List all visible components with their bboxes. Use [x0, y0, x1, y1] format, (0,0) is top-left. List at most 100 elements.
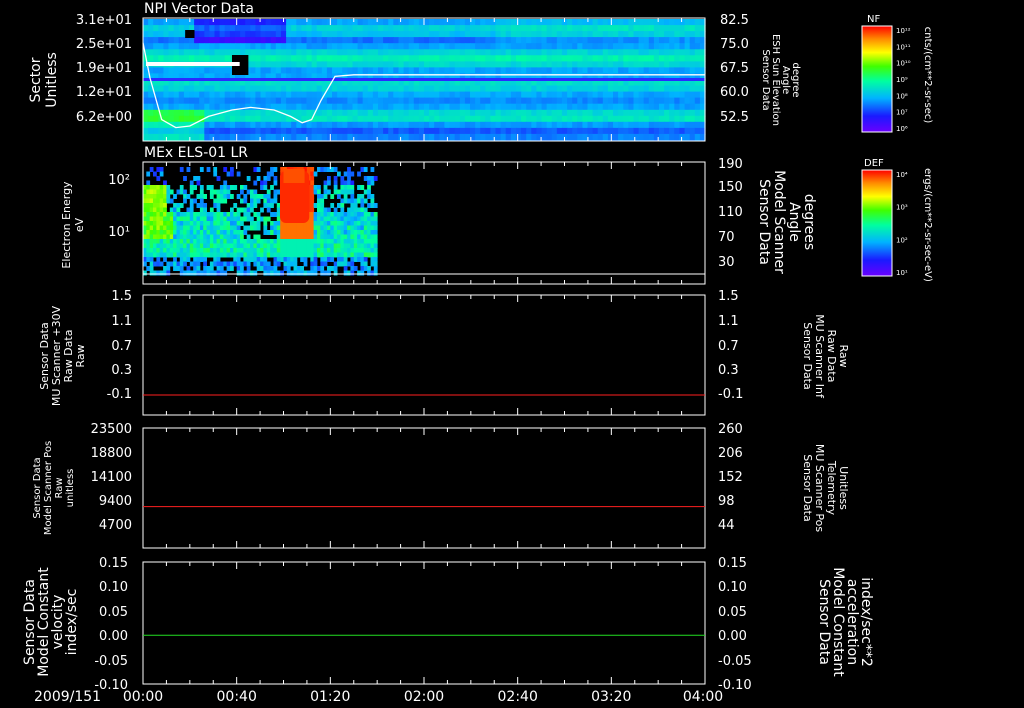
npi-cell: [521, 37, 527, 44]
npi-cell: [224, 115, 231, 123]
els-cell: [196, 257, 201, 262]
npi-cell: [260, 67, 267, 74]
els-cell: [283, 261, 288, 267]
els-cell: [270, 239, 274, 244]
els-cell: [290, 243, 294, 249]
els-cell: [327, 257, 331, 262]
npi-cell: [413, 19, 420, 26]
els-cell: [189, 203, 194, 208]
npi-cell: [306, 109, 313, 117]
npi-cell: [516, 121, 522, 129]
npi-cell: [209, 115, 216, 123]
npi-cell: [505, 25, 512, 32]
npi-cell: [577, 85, 583, 93]
els-cell: [373, 257, 378, 262]
els-cell: [203, 257, 207, 262]
npi-cell: [531, 43, 537, 50]
els-cell: [353, 207, 358, 213]
npi-cell: [383, 61, 389, 68]
npi-cell: [265, 25, 272, 32]
npi-cell: [418, 61, 425, 68]
npi-cell: [403, 85, 410, 93]
npi-cell: [143, 37, 149, 44]
npi-cell: [383, 55, 389, 62]
npi-cell: [664, 49, 670, 56]
npi-cell: [286, 43, 292, 50]
els-cell: [306, 234, 311, 240]
npi-cell: [459, 91, 466, 99]
npi-cell: [628, 61, 635, 68]
els-cell: [320, 234, 325, 240]
npi-cell: [183, 55, 190, 62]
npi-cell: [362, 67, 369, 74]
els-cell: [146, 239, 151, 244]
els-cell: [330, 239, 335, 244]
npi-cell: [684, 109, 691, 117]
npi-cell: [143, 133, 149, 141]
els-cell: [367, 234, 371, 240]
npi-cell: [449, 91, 456, 99]
els-cell: [169, 225, 174, 231]
npi-cell: [378, 61, 384, 68]
els-cell: [236, 257, 241, 262]
npi-cell: [597, 25, 604, 32]
npi-cell: [669, 31, 675, 38]
els-cell: [159, 221, 164, 226]
npi-cell: [587, 115, 594, 123]
npi-cell: [255, 67, 262, 74]
npi-cell: [536, 49, 543, 56]
npi-cell: [398, 127, 405, 135]
npi-cell: [429, 67, 435, 74]
mu-raw-ylabel-left-line: Raw: [74, 344, 87, 367]
els-cell: [310, 239, 315, 244]
npi-cell: [204, 25, 210, 32]
npi-cell: [623, 121, 629, 129]
npi-cell: [214, 43, 221, 50]
npi-cell: [194, 31, 200, 38]
npi-cell: [342, 115, 348, 123]
npi-cell: [306, 91, 313, 99]
npi-cell: [388, 103, 394, 111]
npi-cell: [429, 49, 435, 56]
npi-cell: [352, 25, 359, 32]
npi-cell: [408, 91, 415, 99]
els-cell: [303, 234, 308, 240]
npi-cell: [214, 133, 221, 141]
els-cell: [320, 207, 325, 213]
els-cell: [256, 234, 261, 240]
npi-cell: [362, 127, 369, 135]
els-cell: [280, 167, 284, 172]
npi-cell: [383, 85, 389, 93]
npi-cell: [429, 97, 435, 105]
npi-cell: [183, 97, 190, 105]
els-cell: [260, 266, 264, 271]
x-tick-label: 02:00: [404, 689, 444, 705]
npi-cell: [296, 127, 302, 135]
npi-cell: [383, 133, 389, 141]
npi-cell: [470, 85, 476, 93]
els-cell: [213, 212, 218, 217]
npi-cell: [357, 55, 364, 62]
npi-cell: [480, 19, 486, 26]
npi-cell: [229, 49, 236, 56]
els-cell: [226, 212, 231, 217]
els-cell: [333, 207, 338, 213]
npi-cell: [291, 31, 297, 38]
els-cell: [293, 230, 298, 235]
npi-cell: [459, 55, 466, 62]
npi-cell: [480, 121, 486, 129]
npi-cell: [684, 61, 691, 68]
npi-cell: [495, 37, 502, 44]
els-cell: [320, 243, 325, 249]
els-cell: [179, 261, 184, 267]
npi-cell: [367, 43, 374, 50]
npi-title: NPI Vector Data: [144, 1, 254, 17]
npi-cell: [526, 43, 532, 50]
els-cell: [360, 225, 365, 231]
els-cell: [176, 207, 181, 213]
npi-cell: [526, 115, 532, 123]
els-cell: [347, 176, 351, 181]
npi-cell: [301, 37, 308, 44]
scanner-pos-ylabel-left-line: Sensor Data: [32, 457, 43, 518]
els-cell: [340, 234, 345, 240]
